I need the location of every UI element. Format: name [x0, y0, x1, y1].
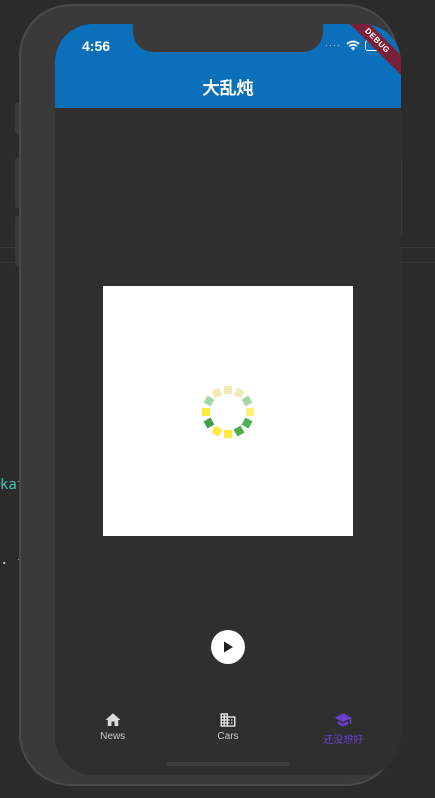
- home-icon: [105, 713, 121, 726]
- spinner-square: [203, 417, 215, 429]
- wifi-icon: [346, 40, 360, 50]
- spinner-square: [211, 387, 223, 399]
- phone-frame: 4:56 ···· DEBUG 大乱炖 News Cars 还没想好: [19, 4, 401, 786]
- spinner-square: [224, 430, 232, 438]
- spinner-square: [233, 387, 245, 399]
- spinner-square: [241, 417, 253, 429]
- spinner-square: [224, 386, 232, 394]
- notch: [133, 24, 323, 52]
- loading-spinner: [202, 386, 254, 438]
- spinner-square: [246, 408, 254, 416]
- spinner-square: [233, 425, 245, 437]
- page-title: 大乱炖: [202, 79, 254, 98]
- spinner-square: [241, 395, 253, 407]
- status-time: 4:56: [82, 38, 111, 54]
- spinner-square: [211, 425, 223, 437]
- content-area: [55, 108, 401, 694]
- spinner-square: [203, 395, 215, 407]
- spinner-square: [202, 408, 210, 416]
- school-icon: [335, 713, 352, 727]
- nav-label: Cars: [217, 731, 239, 742]
- signal-icon: ····: [325, 40, 341, 50]
- phone-screen: 4:56 ···· DEBUG 大乱炖 News Cars 还没想好: [55, 24, 401, 775]
- nav-item-school[interactable]: 还没想好: [286, 694, 401, 775]
- nav-item-news[interactable]: News: [55, 694, 170, 775]
- nav-label: 还没想好: [323, 735, 364, 746]
- play-button[interactable]: [211, 630, 245, 664]
- play-icon: [224, 641, 233, 653]
- building-icon: [220, 713, 236, 727]
- animation-preview: [103, 286, 353, 536]
- nav-label: News: [100, 731, 126, 742]
- app-bar: 4:56 ···· DEBUG 大乱炖: [55, 24, 401, 108]
- home-indicator: [166, 762, 290, 766]
